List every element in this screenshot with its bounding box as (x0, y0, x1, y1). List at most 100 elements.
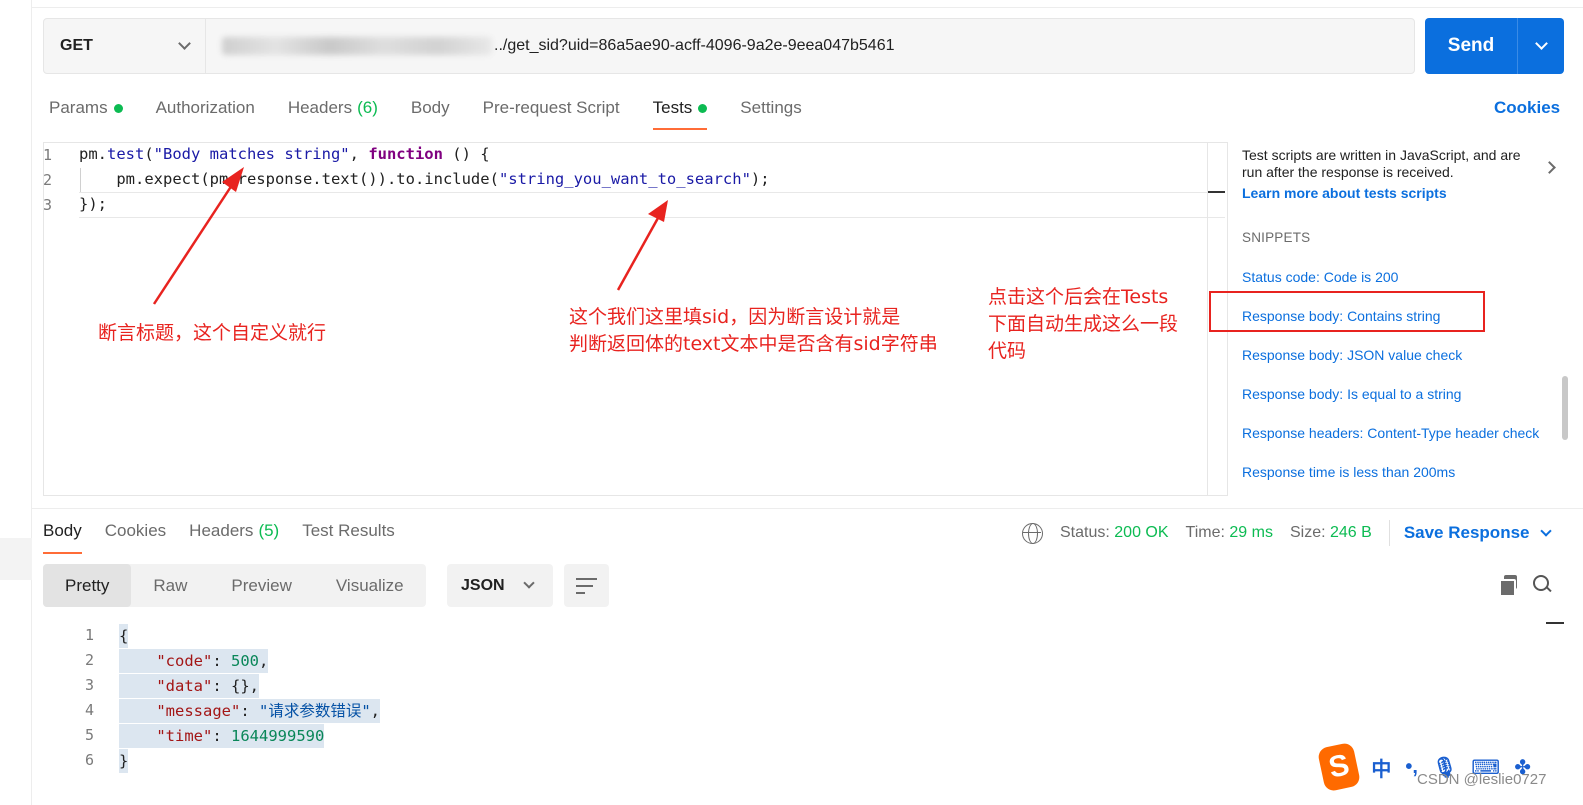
tab-authorization[interactable]: Authorization (156, 96, 255, 120)
headers-count: (6) (357, 98, 378, 117)
chevron-right-icon[interactable] (1543, 161, 1556, 174)
wrap-icon-line (576, 578, 597, 580)
code-token: , (349, 145, 369, 163)
tab-label: Body (410, 98, 450, 117)
view-raw[interactable]: Raw (131, 564, 209, 607)
snippets-scrollbar[interactable] (1562, 376, 1568, 440)
send-dropdown-button[interactable] (1518, 18, 1564, 74)
code-token: }); (79, 195, 107, 213)
chevron-down-icon (522, 577, 535, 589)
json-value: 1644999590 (231, 727, 325, 745)
divider (1388, 520, 1390, 546)
json-value: {} (231, 677, 250, 695)
code-token: test (107, 145, 145, 163)
code-token: () { (442, 145, 490, 163)
tab-label: Pre-request Script (482, 98, 620, 117)
format-label: JSON (461, 576, 505, 594)
tab-pre-request-script[interactable]: Pre-request Script (483, 96, 620, 120)
url-input[interactable]: ../get_sid?uid=86a5ae90-acff-4096-9a2e-9… (206, 37, 895, 55)
size-value: 246 B (1330, 524, 1372, 541)
annotation-sid-note-2: 判断返回体的text文本中是否含有sid字符串 (569, 333, 938, 355)
url-bar: GET ../get_sid?uid=86a5ae90-acff-4096-9a… (43, 18, 1415, 74)
size-label: Size: (1289, 524, 1326, 541)
format-select[interactable]: JSON (447, 564, 553, 607)
copy-icon[interactable] (1499, 575, 1518, 597)
line-number: 6 (84, 751, 94, 769)
code-string: "Body matches string" (153, 145, 350, 163)
json-line: "code": 500, (119, 649, 269, 673)
status-stat[interactable]: Status: 200 OK (1060, 524, 1169, 542)
redacted-host (222, 37, 492, 55)
ime-logo: S (1316, 741, 1362, 793)
json-line: "message": "请求参数错误", (119, 699, 381, 723)
tab-test-results[interactable]: Test Results (302, 519, 395, 543)
snippet-status-code[interactable]: Status code: Code is 200 (1242, 269, 1398, 285)
globe-icon[interactable] (1022, 522, 1043, 544)
view-visualize[interactable]: Visualize (314, 564, 426, 607)
status-label: Status: (1060, 524, 1110, 541)
response-scroll-marker (1546, 622, 1564, 624)
annotation-click-note-1: 点击这个后会在Tests (988, 286, 1169, 308)
top-divider (32, 7, 1583, 8)
chevron-down-icon (178, 37, 191, 50)
json-key: "data" (156, 677, 213, 695)
annotation-sid-note-1: 这个我们这里填sid，因为断言设计就是 (569, 306, 901, 328)
active-line-highlight (79, 192, 1225, 218)
annotation-click-note-3: 代码 (988, 340, 1027, 362)
snippets-heading: SNIPPETS (1242, 230, 1311, 245)
status-value: 200 OK (1114, 524, 1169, 541)
time-stat[interactable]: Time: 29 ms (1186, 524, 1273, 542)
left-sidebar-strip (0, 0, 32, 805)
tests-description: Test scripts are written in JavaScript, … (1242, 147, 1521, 180)
tab-label: Headers (287, 98, 353, 117)
search-icon[interactable] (1533, 575, 1552, 594)
status-dot (698, 103, 708, 113)
tab-response-headers[interactable]: Headers (5) (189, 519, 279, 543)
tab-settings[interactable]: Settings (740, 96, 801, 120)
code-string: "string_you_want_to_search" (498, 170, 751, 188)
line-number: 1 (42, 146, 52, 164)
json-key: "message" (156, 702, 241, 720)
chevron-down-icon (1534, 37, 1548, 50)
wrap-icon-line (576, 585, 593, 587)
json-value: "请求参数错误" (259, 702, 371, 720)
json-line: } (119, 749, 129, 773)
save-response-button[interactable]: Save Response (1404, 523, 1552, 543)
tab-response-body[interactable]: Body (43, 519, 82, 554)
line-number: 4 (84, 701, 94, 719)
status-dot (113, 103, 123, 113)
tab-tests[interactable]: Tests (652, 96, 708, 130)
json-line: "time": 1644999590 (119, 724, 325, 748)
method-select[interactable]: GET (44, 19, 206, 73)
snippet-content-type-header[interactable]: Response headers: Content-Type header ch… (1242, 425, 1539, 441)
size-stat[interactable]: Size: 246 B (1290, 524, 1372, 542)
code-token: ( (144, 145, 154, 163)
snippet-json-value-check[interactable]: Response body: JSON value check (1242, 347, 1462, 363)
wrap-lines-button[interactable] (564, 564, 609, 607)
code-token: ); (750, 170, 770, 188)
annotation-highlight-box (1209, 291, 1485, 332)
headers-count: (5) (258, 521, 280, 540)
line-number: 5 (84, 726, 94, 744)
line-number: 1 (84, 626, 94, 644)
learn-more-link[interactable]: Learn more about tests scripts (1242, 185, 1447, 201)
annotation-title-note: 断言标题，这个自定义就行 (98, 322, 327, 344)
tab-params[interactable]: Params (49, 96, 123, 120)
view-pretty[interactable]: Pretty (43, 564, 132, 607)
tab-label: Tests (652, 98, 693, 117)
cookies-link[interactable]: Cookies (1494, 98, 1560, 118)
view-mode-tabs: Pretty Raw Preview Visualize (43, 564, 426, 607)
snippet-equal-string[interactable]: Response body: Is equal to a string (1242, 386, 1461, 402)
editor-scrollbar[interactable] (1207, 143, 1208, 495)
json-key: "time" (156, 727, 213, 745)
snippet-response-time[interactable]: Response time is less than 200ms (1242, 464, 1455, 480)
code-token: pm.expect(pm.response.text()).to.include… (79, 170, 499, 188)
view-preview[interactable]: Preview (209, 564, 313, 607)
tab-response-cookies[interactable]: Cookies (105, 519, 166, 543)
tab-body[interactable]: Body (411, 96, 450, 120)
tab-label: Authorization (155, 98, 255, 117)
editor-scroll-marker (1208, 191, 1225, 193)
response-tabs: Body Cookies Headers (5) Test Results (43, 519, 418, 554)
send-button[interactable]: Send (1425, 18, 1518, 74)
tab-headers[interactable]: Headers (6) (288, 96, 378, 120)
